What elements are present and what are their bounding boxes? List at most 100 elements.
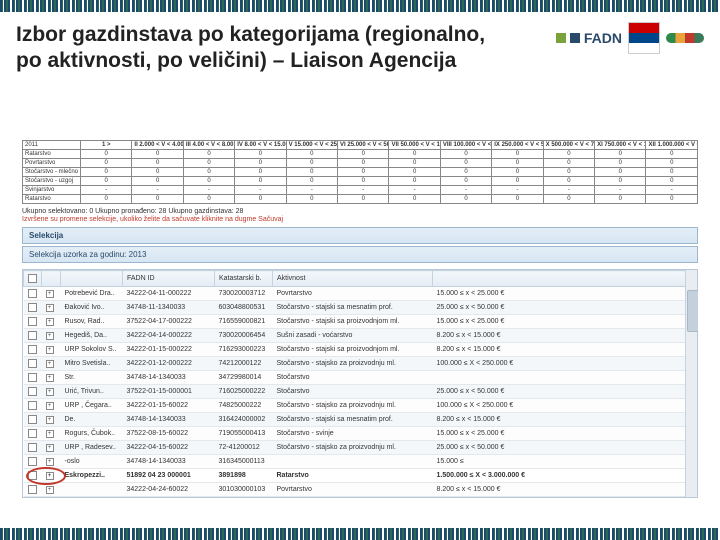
decorative-border-bottom	[0, 528, 720, 540]
cell-fadn-id: 34748-14-1340033	[123, 371, 215, 385]
table-row[interactable]: +Hegediš, Da..34222-04-14-00022273002000…	[24, 329, 697, 343]
row-checkbox[interactable]	[24, 371, 42, 385]
summary-cell: 0	[646, 150, 698, 159]
row-expand[interactable]: +	[42, 469, 61, 483]
col-checkbox[interactable]	[24, 271, 42, 287]
decorative-border-top	[0, 0, 720, 12]
summary-cell: -	[595, 186, 646, 195]
row-checkbox[interactable]	[24, 329, 42, 343]
cell-aktivnost: Ratarstvo	[273, 469, 433, 483]
summary-cell: 0	[543, 195, 594, 204]
cell-name: Rusov, Rad..	[61, 315, 123, 329]
row-expand[interactable]: +	[42, 399, 61, 413]
cell-velicina: 8.200 ≤ x < 15.000 €	[433, 413, 697, 427]
table-row[interactable]: +Mitro Svetisla..34222-01-12-00022274212…	[24, 357, 697, 371]
cell-fadn-id: 34748-14-1340033	[123, 413, 215, 427]
summary-cell: 0	[440, 195, 491, 204]
row-expand[interactable]: +	[42, 385, 61, 399]
col-expand	[42, 271, 61, 287]
summary-row-label: Svinjarstvo	[23, 186, 81, 195]
row-checkbox[interactable]	[24, 301, 42, 315]
row-checkbox[interactable]	[24, 315, 42, 329]
partner-logo-strip	[666, 33, 704, 43]
row-expand[interactable]: +	[42, 441, 61, 455]
cell-name: De.	[61, 413, 123, 427]
table-row[interactable]: +Potrebević Dra..34222-04-11-00022273002…	[24, 287, 697, 301]
cell-aktivnost: Stočarstvo - stajski sa proizvodnjom ml.	[273, 315, 433, 329]
row-checkbox[interactable]	[24, 413, 42, 427]
cell-aktivnost: Stočarstvo - stajski sa mesnatim prof.	[273, 301, 433, 315]
summary-cell: 0	[235, 168, 286, 177]
cell-velicina: 8.200 ≤ x < 15.000 €	[433, 483, 697, 497]
row-expand[interactable]: +	[42, 315, 61, 329]
cell-fadn-id: 34222-04-14-000222	[123, 329, 215, 343]
table-row[interactable]: +URP , Radesev..34222-04-15-6002272-4120…	[24, 441, 697, 455]
table-row[interactable]: +Đaković Ivo..34748-11-13400336030488005…	[24, 301, 697, 315]
cell-name: -oslo	[61, 455, 123, 469]
summary-cell: 0	[338, 159, 389, 168]
row-checkbox[interactable]	[24, 287, 42, 301]
table-row[interactable]: +Str.34748-14-134003334729980014Stočarst…	[24, 371, 697, 385]
cell-name: URP Sokolov S..	[61, 343, 123, 357]
row-expand[interactable]: +	[42, 483, 61, 497]
summary-cell: 0	[235, 195, 286, 204]
table-row[interactable]: +Rusov, Rad..37522-04-17-000222716559000…	[24, 315, 697, 329]
cell-katastar: 34729980014	[215, 371, 273, 385]
row-checkbox[interactable]	[24, 427, 42, 441]
row-checkbox[interactable]	[24, 483, 42, 497]
cell-name: Đaković Ivo..	[61, 301, 123, 315]
col-aktivnost[interactable]: Aktivnost	[273, 271, 433, 287]
row-expand[interactable]: +	[42, 427, 61, 441]
row-checkbox[interactable]	[24, 357, 42, 371]
table-row[interactable]: +Eskropezzi..51892 04 23 0000013891898Ra…	[24, 469, 697, 483]
summary-row: Ratarstvo000000000000	[23, 150, 698, 159]
summary-cell: 0	[183, 150, 234, 159]
cell-velicina: 15.000 ≤	[433, 455, 697, 469]
table-row[interactable]: +Urić, Trivun..37522-01-15-0000017160250…	[24, 385, 697, 399]
selection-count-status: Ukupno selektovano: 0 Ukupno pronađeno: …	[22, 208, 698, 215]
row-expand[interactable]: +	[42, 455, 61, 469]
row-checkbox[interactable]	[24, 455, 42, 469]
cell-fadn-id: 37522-08-15-60022	[123, 427, 215, 441]
cell-aktivnost: Stočarstvo	[273, 385, 433, 399]
summary-cell: -	[492, 186, 543, 195]
row-expand[interactable]: +	[42, 287, 61, 301]
summary-col-header: XI 750.000 < V < 1.000.000 €	[595, 141, 646, 150]
summary-cell: 0	[492, 195, 543, 204]
row-checkbox[interactable]	[24, 343, 42, 357]
row-expand[interactable]: +	[42, 413, 61, 427]
table-row[interactable]: +34222-04-24-60022301030000103Povrtarstv…	[24, 483, 697, 497]
cell-velicina: 100.000 ≤ X < 250.000 €	[433, 399, 697, 413]
row-expand[interactable]: +	[42, 301, 61, 315]
cell-velicina: 25.000 ≤ x < 50.000 €	[433, 385, 697, 399]
col-fadn-id[interactable]: FADN ID	[123, 271, 215, 287]
row-expand[interactable]: +	[42, 357, 61, 371]
col-katastar[interactable]: Katastarski b.	[215, 271, 273, 287]
cell-name: Potrebević Dra..	[61, 287, 123, 301]
col-velicina[interactable]	[433, 271, 697, 287]
summary-cell: 0	[543, 177, 594, 186]
table-row[interactable]: +URP Sokolov S..34222-01-15-000222716293…	[24, 343, 697, 357]
row-expand[interactable]: +	[42, 371, 61, 385]
table-row[interactable]: +De.34748-14-1340033316424000002Stočarst…	[24, 413, 697, 427]
cell-aktivnost: Stočarstvo - svinje	[273, 427, 433, 441]
table-row[interactable]: +Rogurs, Čubok..37522-08-15-600227190550…	[24, 427, 697, 441]
cell-name: Mitro Svetisla..	[61, 357, 123, 371]
vertical-scrollbar[interactable]	[685, 270, 697, 497]
row-checkbox[interactable]	[24, 399, 42, 413]
table-row[interactable]: +URP , Čegara..34222-01-15-6002274825000…	[24, 399, 697, 413]
cell-aktivnost: Stočarstvo	[273, 371, 433, 385]
row-expand[interactable]: +	[42, 343, 61, 357]
cell-aktivnost: Stočarstvo - stajski sa mesnatim prof.	[273, 413, 433, 427]
table-row[interactable]: +-oslo34748-14-134003331634500011315.000…	[24, 455, 697, 469]
col-name[interactable]	[61, 271, 123, 287]
cell-katastar: 716293000223	[215, 343, 273, 357]
unsaved-warning: Izvršene su promene selekcije, ukoliko ž…	[22, 216, 698, 223]
cell-name: URP , Čegara..	[61, 399, 123, 413]
row-checkbox[interactable]	[24, 385, 42, 399]
summary-row: Svinjarstvo------------	[23, 186, 698, 195]
row-expand[interactable]: +	[42, 329, 61, 343]
row-checkbox[interactable]	[24, 441, 42, 455]
row-checkbox[interactable]	[24, 469, 42, 483]
cell-fadn-id: 34222-04-11-000222	[123, 287, 215, 301]
